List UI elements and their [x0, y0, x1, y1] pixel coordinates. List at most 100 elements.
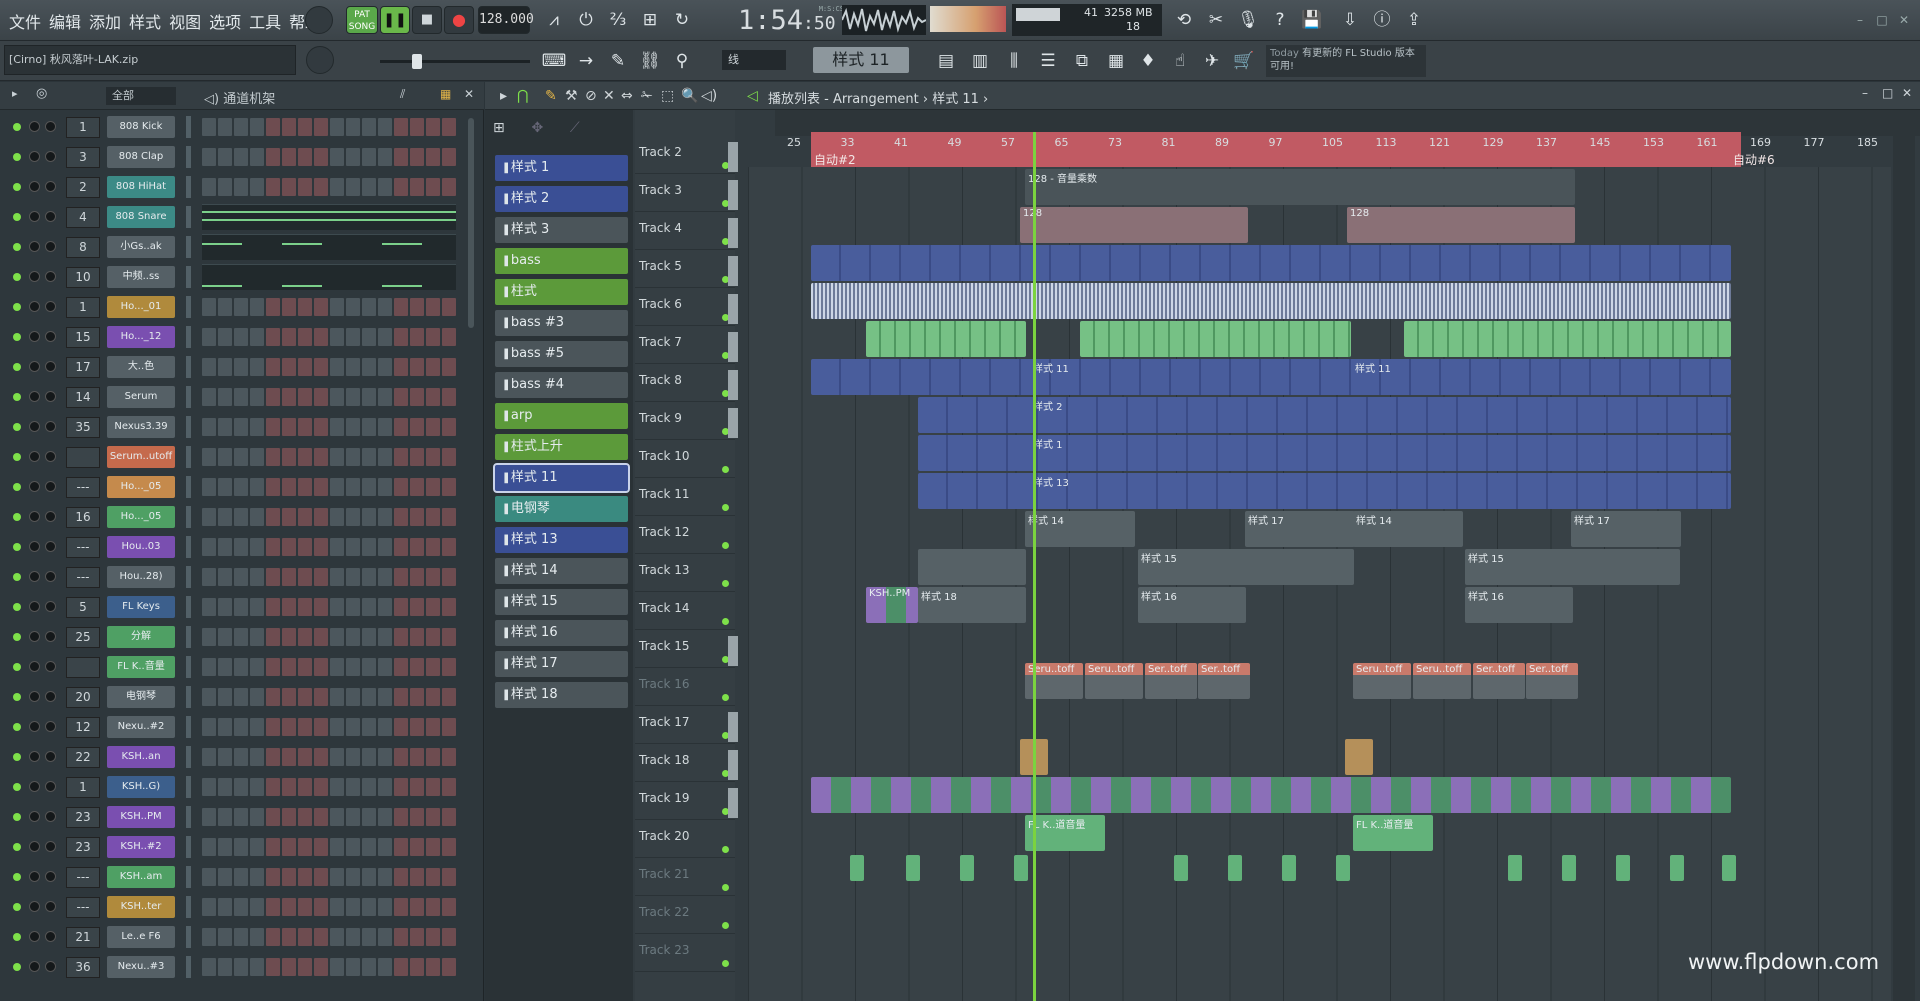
step-button[interactable]	[346, 328, 360, 346]
template-icon[interactable]: ▦	[1102, 47, 1130, 75]
step-button[interactable]	[234, 328, 248, 346]
channel-pan-knob[interactable]	[29, 481, 40, 492]
step-button[interactable]	[346, 358, 360, 376]
channel-name-button[interactable]: Nexu..#3	[107, 956, 175, 978]
playlist-clip[interactable]: 样式 14	[1353, 511, 1463, 547]
step-button[interactable]	[250, 778, 264, 796]
channel-name-button[interactable]: KSH..am	[107, 866, 175, 888]
channel-mixer-track[interactable]: 20	[66, 687, 100, 708]
channel-row[interactable]: FL K..音量	[0, 652, 470, 682]
channel-select-bar[interactable]	[186, 686, 191, 708]
step-button[interactable]	[330, 178, 344, 196]
step-button[interactable]	[218, 478, 232, 496]
step-button[interactable]	[410, 808, 424, 826]
step-button[interactable]	[394, 808, 408, 826]
pattern-item[interactable]: 样式 16	[495, 620, 628, 646]
step-button[interactable]	[330, 418, 344, 436]
step-button[interactable]	[442, 328, 456, 346]
delete-tool-icon[interactable]: ⊘	[585, 88, 597, 104]
step-button[interactable]	[410, 868, 424, 886]
channel-select-bar[interactable]	[186, 656, 191, 678]
step-button[interactable]	[330, 358, 344, 376]
step-button[interactable]	[266, 808, 280, 826]
channel-row[interactable]: 8 小Gs..ak	[0, 232, 470, 262]
step-button[interactable]	[394, 358, 408, 376]
step-button[interactable]	[410, 148, 424, 166]
playlist-clip[interactable]: 样式 17	[1571, 511, 1681, 547]
shop-icon[interactable]: 🛒	[1230, 47, 1258, 75]
channel-name-button[interactable]: Serum..utoff	[107, 446, 175, 468]
channel-mute-led[interactable]	[13, 543, 21, 551]
track-header[interactable]: Track 12	[635, 516, 735, 554]
step-button[interactable]	[330, 928, 344, 946]
playlist-scrollbar[interactable]	[1893, 132, 1915, 1001]
channel-name-button[interactable]: 808 Kick	[107, 116, 175, 138]
menu-patterns[interactable]: 样式	[126, 9, 164, 33]
channel-select-bar[interactable]	[186, 566, 191, 588]
step-button[interactable]	[234, 118, 248, 136]
step-button[interactable]	[378, 298, 392, 316]
step-button[interactable]	[426, 628, 440, 646]
channel-mute-led[interactable]	[13, 123, 21, 131]
step-button[interactable]	[218, 418, 232, 436]
step-button[interactable]	[218, 148, 232, 166]
channel-volume-knob[interactable]	[45, 631, 56, 642]
step-button[interactable]	[426, 658, 440, 676]
step-button[interactable]	[218, 658, 232, 676]
step-button[interactable]	[282, 358, 296, 376]
step-button[interactable]	[330, 688, 344, 706]
channel-step-sequencer[interactable]	[202, 718, 458, 736]
playlist-maximize-icon[interactable]: □	[1882, 86, 1893, 100]
channel-select-bar[interactable]	[186, 476, 191, 498]
step-button[interactable]	[378, 628, 392, 646]
channel-mute-led[interactable]	[13, 363, 21, 371]
track-header[interactable]: Track 22	[635, 896, 735, 934]
step-button[interactable]	[378, 508, 392, 526]
step-button[interactable]	[266, 748, 280, 766]
channel-row[interactable]: 5 FL Keys	[0, 592, 470, 622]
step-button[interactable]	[202, 478, 216, 496]
channel-row[interactable]: 17 大..色	[0, 352, 470, 382]
step-button[interactable]	[314, 118, 328, 136]
step-button[interactable]	[330, 628, 344, 646]
step-button[interactable]	[282, 718, 296, 736]
track-active-led[interactable]	[722, 466, 729, 473]
step-button[interactable]	[266, 388, 280, 406]
step-button[interactable]	[394, 838, 408, 856]
rack-steps-icon[interactable]: ▦	[440, 87, 451, 101]
playlist-clip[interactable]: 128	[1020, 207, 1248, 243]
channel-mixer-track[interactable]: ---	[66, 897, 100, 918]
browser-icon[interactable]: ☰	[1034, 47, 1062, 75]
track-active-led[interactable]	[722, 884, 729, 891]
channel-rack-icon[interactable]: ▥	[966, 47, 994, 75]
channel-row[interactable]: 25 分解	[0, 622, 470, 652]
step-button[interactable]	[426, 868, 440, 886]
channel-volume-knob[interactable]	[45, 361, 56, 372]
step-button[interactable]	[218, 958, 232, 976]
step-button[interactable]	[330, 658, 344, 676]
step-button[interactable]	[346, 928, 360, 946]
playlist-icon[interactable]: ▤	[932, 47, 960, 75]
channel-mixer-track[interactable]: 22	[66, 747, 100, 768]
picker-automation-icon[interactable]: ⟋	[570, 120, 580, 136]
track-header[interactable]: Track 23	[635, 934, 735, 972]
step-button[interactable]	[442, 688, 456, 706]
channel-volume-knob[interactable]	[45, 181, 56, 192]
undo-icon[interactable]: ⟲	[1170, 6, 1198, 34]
step-button[interactable]	[298, 628, 312, 646]
channel-name-button[interactable]: 电钢琴	[107, 686, 175, 708]
channel-pan-knob[interactable]	[29, 301, 40, 312]
channel-step-sequencer[interactable]	[202, 418, 458, 436]
playlist-clip[interactable]: KSH..PM	[866, 587, 918, 623]
step-button[interactable]	[378, 538, 392, 556]
playlist-clip[interactable]	[850, 855, 864, 881]
channel-mute-led[interactable]	[13, 933, 21, 941]
step-button[interactable]	[378, 598, 392, 616]
step-button[interactable]	[426, 178, 440, 196]
step-button[interactable]	[298, 658, 312, 676]
mixer-icon[interactable]: ⫼	[1000, 47, 1028, 75]
channel-pan-knob[interactable]	[29, 451, 40, 462]
channel-name-button[interactable]: Hou..03	[107, 536, 175, 558]
channel-select-bar[interactable]	[186, 206, 191, 228]
step-button[interactable]	[394, 958, 408, 976]
